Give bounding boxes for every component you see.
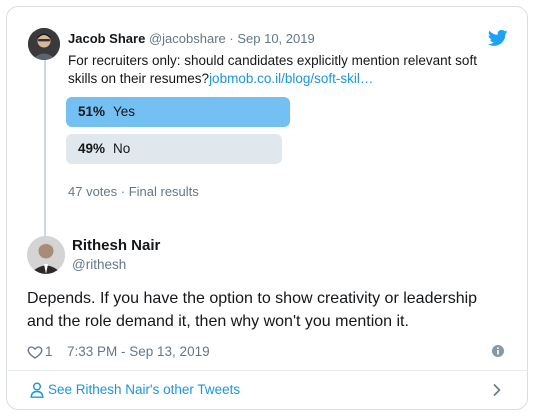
quoted-author-handle[interactable]: @jacobshare	[149, 31, 226, 46]
quoted-tweet-date[interactable]: Sep 10, 2019	[237, 31, 314, 46]
info-icon[interactable]	[491, 344, 505, 358]
poll-option-no: 49% No	[66, 134, 282, 164]
tweet-author-handle[interactable]: @rithesh	[72, 256, 126, 274]
quoted-author-name[interactable]: Jacob Share	[68, 31, 145, 46]
poll-option-yes: 51% Yes	[66, 97, 290, 127]
poll-option-percent: 51%	[78, 104, 106, 119]
poll-results-meta: 47 votes · Final results	[68, 184, 199, 199]
like-count: 1	[45, 344, 53, 359]
poll-option-label: No	[113, 141, 131, 156]
heart-icon[interactable]	[27, 344, 43, 360]
poll-option-label: Yes	[113, 104, 136, 119]
person-icon	[30, 382, 44, 398]
tweet-timestamp[interactable]: 7:33 PM - Sep 13, 2019	[67, 342, 210, 362]
thread-line	[44, 50, 46, 236]
avatar-rithesh-nair[interactable]	[27, 236, 65, 274]
quoted-tweet-header: Jacob Share @jacobshare · Sep 10, 2019	[68, 30, 315, 48]
avatar-jacob-share[interactable]	[28, 28, 60, 60]
quoted-tweet-text: For recruiters only: should candidates e…	[68, 52, 508, 88]
separator-dot: ·	[229, 31, 234, 46]
poll-option-percent: 49%	[78, 141, 106, 156]
see-other-tweets-link[interactable]: See Rithesh Nair's other Tweets	[48, 381, 240, 399]
twitter-bird-icon[interactable]	[487, 28, 508, 48]
quoted-tweet-link[interactable]: jobmob.co.il/blog/soft-skil…	[209, 71, 373, 86]
footer-divider	[6, 370, 528, 371]
tweet-author-name[interactable]: Rithesh Nair	[72, 236, 160, 256]
tweet-text: Depends. If you have the option to show …	[27, 290, 478, 330]
chevron-right-icon[interactable]	[492, 383, 502, 397]
tweet-actions-row: 1 7:33 PM - Sep 13, 2019	[27, 342, 507, 362]
